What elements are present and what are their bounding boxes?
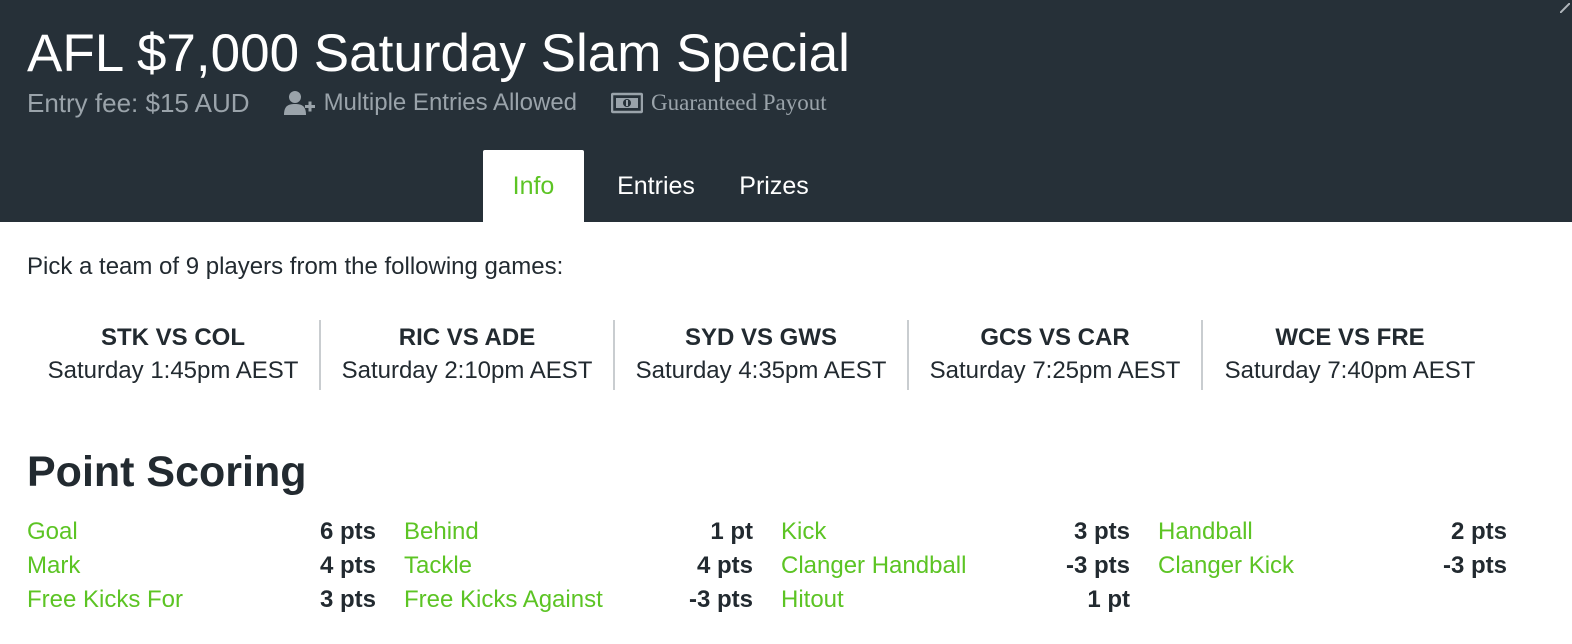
score-item: Behind 1 pt <box>404 515 753 549</box>
contest-meta: Entry fee: $15 AUD Multiple Entries Allo… <box>27 86 827 120</box>
money-bill-icon <box>611 92 644 114</box>
score-value: -3 pts <box>688 586 753 613</box>
score-label: Hitout <box>781 586 844 613</box>
score-item: Clanger Handball -3 pts <box>781 549 1130 583</box>
intro-text: Pick a team of 9 players from the follow… <box>27 253 564 280</box>
point-scoring-title: Point Scoring <box>27 448 307 496</box>
score-value: -3 pts <box>1442 552 1507 579</box>
score-value: 1 pt <box>1087 586 1130 613</box>
score-item: Tackle 4 pts <box>404 549 753 583</box>
tab-prizes[interactable]: Prizes <box>728 150 820 222</box>
score-item: Free Kicks For 3 pts <box>27 583 376 617</box>
score-label: Handball <box>1158 518 1253 545</box>
game-time: Saturday 4:35pm AEST <box>635 357 887 384</box>
score-value: 3 pts <box>319 586 376 613</box>
score-label: Clanger Handball <box>781 552 967 579</box>
score-item: Clanger Kick -3 pts <box>1158 549 1507 583</box>
contest-title: AFL $7,000 Saturday Slam Special <box>27 24 850 83</box>
multiple-entries-label: Multiple Entries Allowed <box>323 89 578 116</box>
score-value: 6 pts <box>319 518 376 545</box>
game-item: RIC VS ADE Saturday 2:10pm AEST <box>321 320 615 390</box>
score-label: Kick <box>781 518 827 545</box>
game-matchup: RIC VS ADE <box>398 324 536 351</box>
score-item: Kick 3 pts <box>781 515 1130 549</box>
score-label: Tackle <box>404 552 473 579</box>
entry-fee: Entry fee: $15 AUD <box>27 87 250 118</box>
point-scoring-grid: Goal 6 pts Behind 1 pt Kick 3 pts Handball 2… <box>27 515 1511 617</box>
score-value: 2 pts <box>1450 518 1507 545</box>
game-time: Saturday 7:25pm AEST <box>929 357 1181 384</box>
score-item: Handball 2 pts <box>1158 515 1507 549</box>
score-label: Mark <box>27 552 81 579</box>
game-matchup: WCE VS FRE <box>1275 324 1425 351</box>
game-time: Saturday 7:40pm AEST <box>1224 357 1476 384</box>
score-value: 4 pts <box>319 552 376 579</box>
score-value: 1 pt <box>710 518 753 545</box>
game-time: Saturday 1:45pm AEST <box>47 357 299 384</box>
user-plus-icon <box>283 91 315 115</box>
score-label: Goal <box>27 518 78 545</box>
score-label: Behind <box>404 518 479 545</box>
score-item: Hitout 1 pt <box>781 583 1130 617</box>
game-item: SYD VS GWS Saturday 4:35pm AEST <box>615 320 909 390</box>
score-item: Goal 6 pts <box>27 515 376 549</box>
score-label: Free Kicks For <box>27 586 184 613</box>
score-label: Free Kicks Against <box>404 586 603 613</box>
game-item: WCE VS FRE Saturday 7:40pm AEST <box>1203 320 1497 390</box>
game-time: Saturday 2:10pm AEST <box>341 357 593 384</box>
game-matchup: STK VS COL <box>100 324 245 351</box>
contest-header: AFL $7,000 Saturday Slam Special Entry f… <box>0 0 1572 222</box>
guaranteed-payout-label: Guaranteed Payout <box>651 90 827 115</box>
corner-arrow-icon <box>1559 0 1571 14</box>
score-item: Mark 4 pts <box>27 549 376 583</box>
score-value: 4 pts <box>696 552 753 579</box>
game-item: STK VS COL Saturday 1:45pm AEST <box>27 320 321 390</box>
game-matchup: GCS VS CAR <box>980 324 1130 351</box>
game-matchup: SYD VS GWS <box>684 324 838 351</box>
score-item: Free Kicks Against -3 pts <box>404 583 753 617</box>
multiple-entries-info: Multiple Entries Allowed <box>283 89 578 117</box>
score-label: Clanger Kick <box>1158 552 1295 579</box>
score-value: -3 pts <box>1065 552 1130 579</box>
tab-info[interactable]: Info <box>483 150 584 222</box>
tab-entries[interactable]: Entries <box>584 150 728 222</box>
contest-tabs: Info Entries Prizes <box>483 150 820 222</box>
score-value: 3 pts <box>1073 518 1130 545</box>
games-list: STK VS COL Saturday 1:45pm AEST RIC VS A… <box>27 320 1497 390</box>
guaranteed-payout-info: Guaranteed Payout <box>611 90 827 116</box>
game-item: GCS VS CAR Saturday 7:25pm AEST <box>909 320 1203 390</box>
